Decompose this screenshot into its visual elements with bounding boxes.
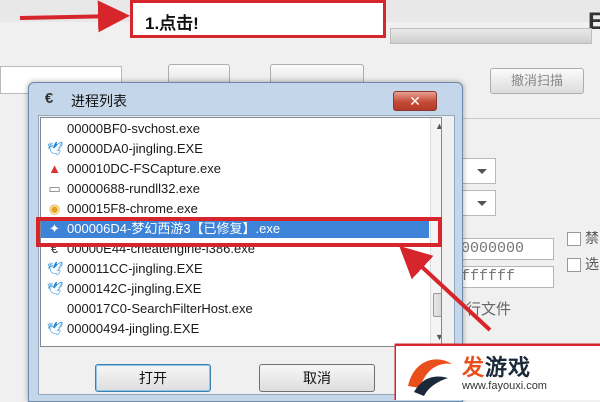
bird-icon: 🕊	[47, 261, 64, 276]
option-checkbox-1-label: 禁	[585, 230, 599, 246]
process-row[interactable]: 🕊 0000142C-jingling.EXE	[41, 279, 429, 298]
watermark-brand: 发游戏	[462, 355, 532, 380]
bird-icon: 🕊	[47, 321, 64, 336]
close-button[interactable]: ✕	[393, 91, 437, 111]
process-row[interactable]: 🕊 000011CC-jingling.EXE	[41, 259, 429, 278]
process-name: 000015F8-chrome.exe	[67, 201, 198, 216]
start-address-field[interactable]: 0000000	[458, 238, 554, 260]
option-checkbox-2[interactable]	[567, 258, 581, 272]
process-row[interactable]: 000017C0-SearchFilterHost.exe	[41, 299, 429, 318]
cheatengine-logo-icon: €	[44, 90, 54, 107]
dialog-client-area: ▲ ▼ 00000BF0-svchost.exe🕊00000DA0-jingli…	[38, 115, 455, 395]
process-name: 000017C0-SearchFilterHost.exe	[67, 301, 253, 316]
game-icon: ✦	[49, 221, 60, 236]
process-row[interactable]: 🕊 00000DA0-jingling.EXE	[41, 139, 429, 158]
dialog-title: 进程列表	[71, 93, 127, 109]
process-name: 00000E44-cheatengine-i386.exe	[67, 241, 255, 256]
process-name: 00000DA0-jingling.EXE	[67, 141, 203, 156]
process-list[interactable]: ▲ ▼ 00000BF0-svchost.exe🕊00000DA0-jingli…	[40, 117, 442, 347]
scroll-up-arrow-icon[interactable]: ▲	[431, 118, 441, 135]
process-name: 000011CC-jingling.EXE	[67, 261, 203, 276]
scan-progress-bar	[390, 28, 592, 44]
scroll-down-arrow-icon[interactable]: ▼	[431, 329, 441, 346]
open-button[interactable]: 打开	[95, 364, 211, 392]
blank-icon	[47, 301, 62, 316]
scan-type-dropdown[interactable]	[462, 158, 496, 184]
cheatengine-icon: €	[50, 241, 59, 256]
process-row[interactable]: ▭ 00000688-rundll32.exe	[41, 179, 429, 198]
chrome-icon: ◉	[48, 201, 61, 216]
stop-address-field[interactable]: ffffff	[458, 266, 554, 288]
file-icon: ▭	[48, 181, 61, 196]
bird-icon: 🕊	[47, 281, 64, 296]
watermark: 发游戏 www.fayouxi.com	[396, 346, 600, 400]
capture-icon: ▲	[48, 161, 61, 176]
dialog-titlebar[interactable]: € 进程列表 ✕	[29, 83, 462, 115]
process-name: 000010DC-FSCapture.exe	[67, 161, 221, 176]
cancel-scan-button[interactable]: 撤消扫描	[490, 68, 584, 94]
process-name: 0000142C-jingling.EXE	[67, 281, 202, 296]
value-type-dropdown[interactable]	[462, 190, 496, 216]
cancel-button[interactable]: 取消	[259, 364, 375, 392]
blank-icon	[47, 121, 62, 136]
process-name: 00000688-rundll32.exe	[67, 181, 200, 196]
process-row[interactable]: ◉ 000015F8-chrome.exe	[41, 199, 429, 218]
executable-file-label: 行文件	[466, 301, 512, 318]
process-list-scrollbar[interactable]: ▲ ▼	[430, 118, 441, 346]
scroll-thumb[interactable]	[433, 293, 441, 317]
step-callout: 1.点击!	[130, 0, 386, 38]
option-checkbox-2-label: 选	[585, 256, 599, 272]
process-row[interactable]: ▲ 000010DC-FSCapture.exe	[41, 159, 429, 178]
process-row-selected[interactable]: ✦ 000006D4-梦幻西游3【已修复】.exe	[41, 219, 429, 238]
process-row[interactable]: 🕊 00000494-jingling.EXE	[41, 319, 429, 338]
option-checkbox-1[interactable]	[567, 232, 581, 246]
process-row[interactable]: €00000E44-cheatengine-i386.exe	[41, 239, 429, 258]
step-callout-text: 1.点击!	[145, 14, 199, 33]
watermark-logo-icon	[408, 359, 452, 396]
process-name: 00000BF0-svchost.exe	[67, 121, 200, 136]
main-window-divider	[460, 118, 600, 119]
process-row[interactable]: 00000BF0-svchost.exe	[41, 119, 429, 138]
process-name: 00000494-jingling.EXE	[67, 321, 200, 336]
process-name: 000006D4-梦幻西游3【已修复】.exe	[67, 221, 281, 236]
watermark-url: www.fayouxi.com	[462, 380, 547, 392]
bird-icon: 🕊	[47, 141, 64, 156]
